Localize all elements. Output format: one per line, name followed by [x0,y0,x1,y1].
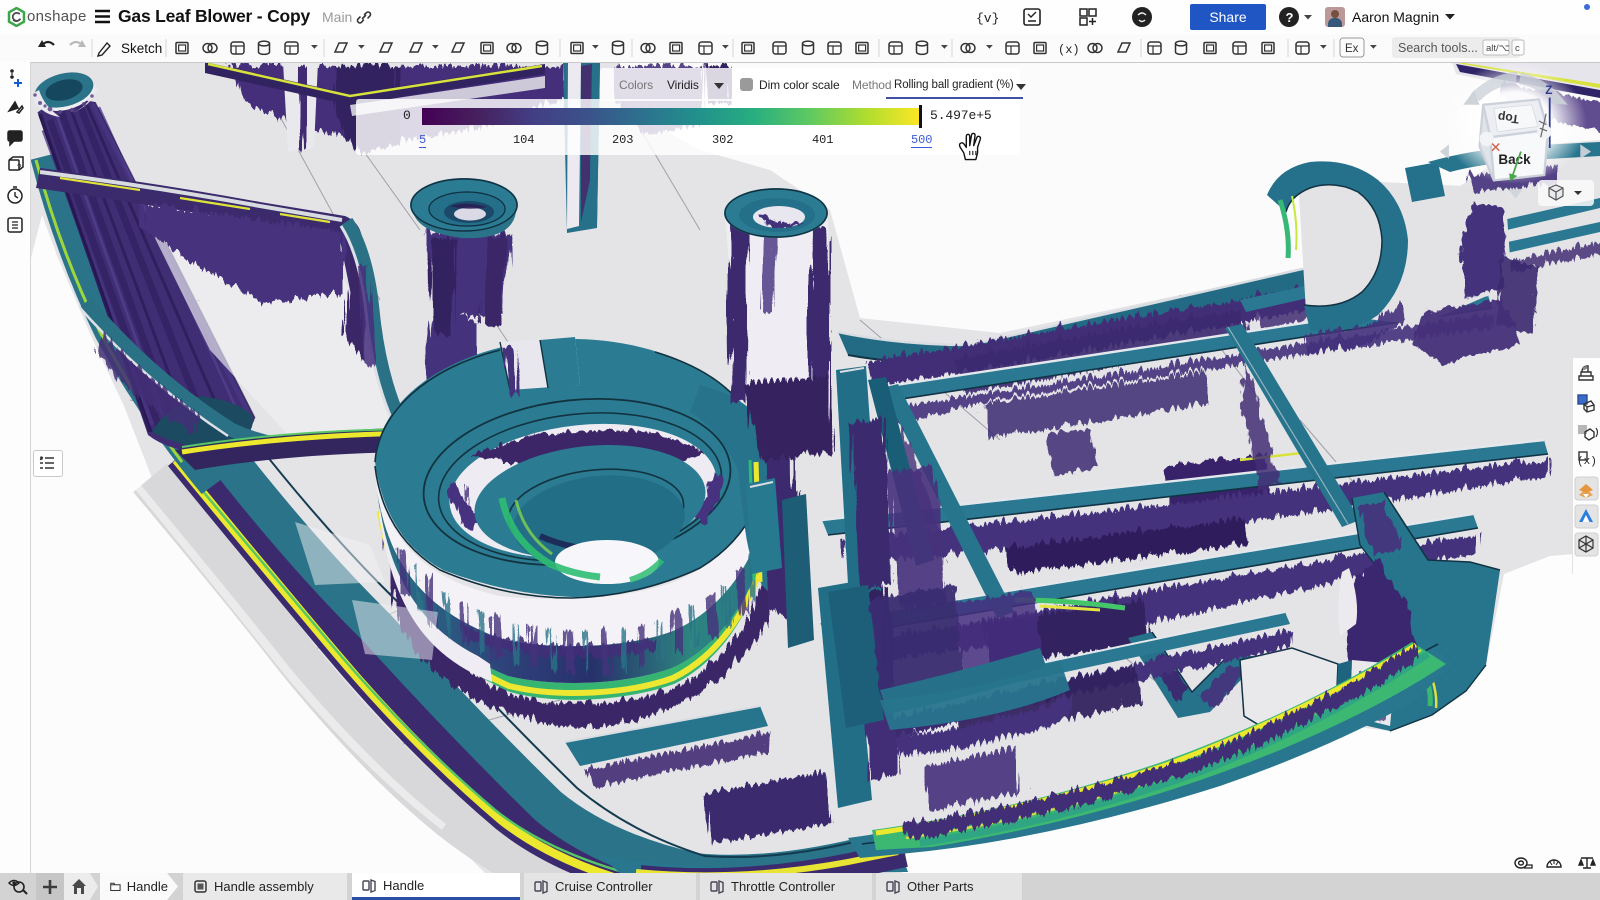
svg-text:alt/⌥: alt/⌥ [1486,43,1510,54]
svg-text:?: ? [1286,10,1294,25]
svg-text:(x): (x) [1058,43,1080,57]
svg-text:?: ? [17,163,22,172]
svg-text:Ex: Ex [1345,43,1359,55]
svg-text:Top: Top [1497,110,1520,126]
svg-text:Back: Back [1498,152,1531,167]
svg-text:Search tools...: Search tools... [1398,41,1478,55]
svg-text:Z: Z [1545,84,1552,97]
svg-text:Sketch: Sketch [121,41,162,56]
svg-text:{v}: {v} [976,11,999,26]
svg-text:c: c [1515,43,1520,54]
